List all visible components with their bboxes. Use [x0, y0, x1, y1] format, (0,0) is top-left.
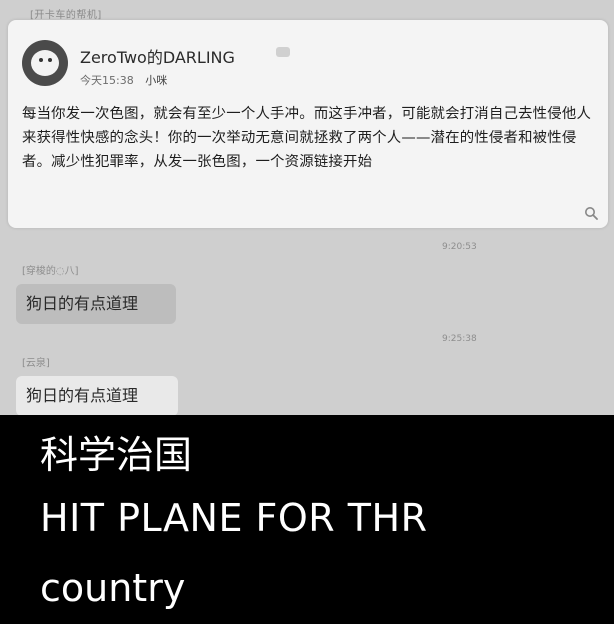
message-sender: [云泉]	[22, 358, 50, 369]
post-meta: 今天15:38 小咪	[80, 72, 167, 88]
avatar-eye	[39, 58, 43, 62]
message-timestamp: 9:20:53	[442, 242, 477, 252]
verified-badge-icon	[276, 47, 290, 57]
post-body-text: 每当你发一次色图，就会有至少一个人手冲。而这手冲者，可能就会打消自己去性侵他人来…	[22, 106, 592, 170]
post-time: 今天15:38	[80, 74, 134, 87]
shared-post-card[interactable]: ZeroTwo的DARLING 今天15:38 小咪 每当你发一次色图，就会有至…	[8, 20, 608, 228]
post-author-name[interactable]: ZeroTwo的DARLING	[80, 44, 235, 68]
chat-screenshot: [开卡车的帮机] ZeroTwo的DARLING 今天15:38 小咪 每当你发…	[0, 0, 614, 415]
group-title: [开卡车的帮机]	[30, 10, 102, 21]
message-sender: [穿梭的◌八]	[22, 266, 79, 277]
caption-line: country	[40, 566, 186, 610]
message-bubble[interactable]: 狗日的有点道理	[16, 284, 176, 324]
avatar-face	[31, 50, 59, 76]
caption-line: HIT PLANE FOR THR	[40, 496, 428, 540]
caption-line: 科学治国	[40, 433, 193, 477]
avatar[interactable]	[22, 40, 68, 86]
search-icon[interactable]	[584, 206, 598, 220]
avatar-eye	[48, 58, 52, 62]
post-meta-extra: 小咪	[145, 74, 168, 87]
message-timestamp: 9:25:38	[442, 334, 477, 344]
message-bubble[interactable]: 狗日的有点道理	[16, 376, 178, 415]
